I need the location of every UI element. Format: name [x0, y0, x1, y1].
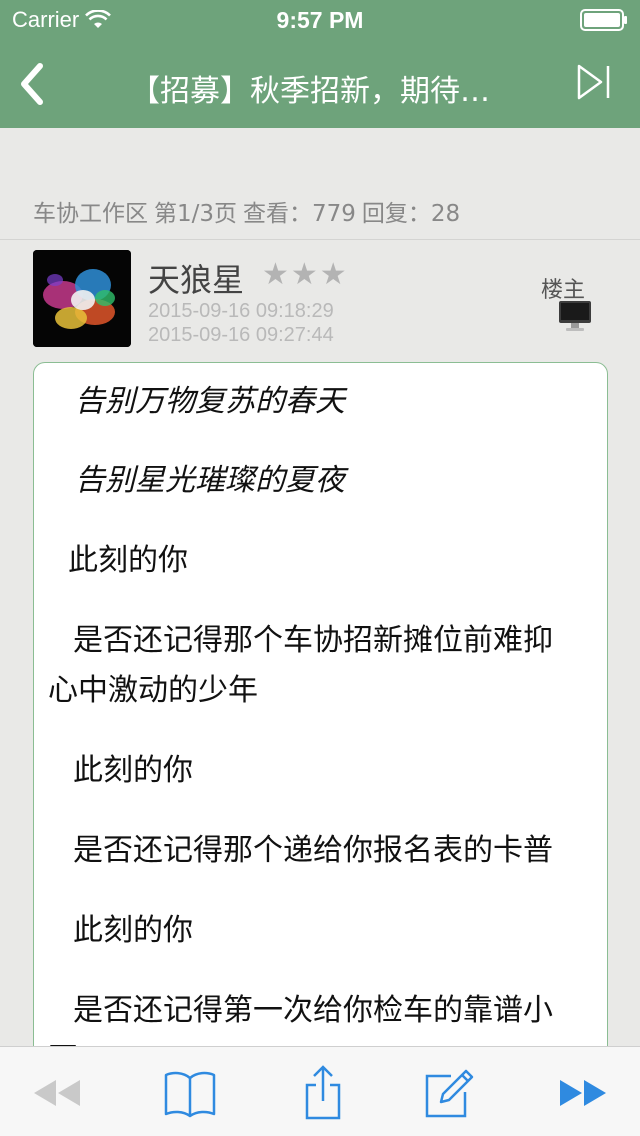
chevron-left-icon: [21, 63, 43, 105]
reply-button[interactable]: [420, 1065, 476, 1121]
edited-time: 2015-09-16 09:27:44: [148, 324, 334, 346]
back-button[interactable]: [10, 60, 54, 108]
post-line: 此刻的你: [73, 753, 193, 788]
page-indicator: 第1/3页: [154, 201, 238, 227]
rewind-icon: [34, 1080, 80, 1106]
fast-forward-icon: [560, 1080, 606, 1106]
nav-bar: 【招募】秋季招新，期待…: [0, 40, 640, 128]
thread-info: 车协工作区 第1/3页 查看：779 回复：28: [33, 194, 466, 228]
forum-name: 车协工作区: [33, 201, 148, 227]
previous-page-button[interactable]: [28, 1065, 84, 1121]
avatar-image: [33, 250, 131, 347]
posted-time: 2015-09-16 09:18:29: [148, 300, 334, 322]
toolbar: [0, 1046, 640, 1136]
post-line: 是否还记得那个递给你报名表的卡普: [73, 833, 553, 868]
status-bar: Carrier 9:57 PM: [0, 0, 640, 40]
post-content: 告别万物复苏的春天 告别星光璀璨的夏夜 此刻的你 是否还记得那个车协招新摊位前难…: [33, 362, 608, 1082]
book-icon: [164, 1071, 216, 1118]
divider: [0, 239, 640, 240]
post-line: 此刻的你: [68, 543, 188, 578]
battery-icon: [580, 9, 627, 31]
username[interactable]: 天狼星: [148, 255, 244, 301]
status-time: 9:57 PM: [276, 7, 364, 33]
view-count: 查看：779: [243, 201, 356, 227]
post-line: 此刻的你: [73, 913, 193, 948]
monitor-icon: [559, 301, 591, 331]
reply-count: 回复：28: [361, 201, 461, 227]
post-line: 告别万物复苏的春天: [75, 384, 345, 419]
page-title: 【招募】秋季招新，期待…: [130, 74, 490, 109]
bookmark-button[interactable]: [162, 1065, 218, 1121]
rating-stars: ★★★: [262, 257, 349, 292]
skip-forward-icon[interactable]: [576, 62, 612, 102]
share-button[interactable]: [295, 1065, 351, 1121]
avatar[interactable]: [33, 250, 131, 347]
compose-icon: [425, 1069, 474, 1118]
post-time: 2015-09-16 09:18:29 2015-09-16 09:27:44: [148, 299, 334, 347]
next-page-toolbar-button[interactable]: [556, 1065, 612, 1121]
share-icon: [305, 1065, 341, 1120]
post-line: 心中激动的少年: [48, 673, 258, 708]
header: Carrier 9:57 PM 【招募】秋季招新，期待…: [0, 0, 640, 128]
post-line: 告别星光璀璨的夏夜: [75, 463, 345, 498]
